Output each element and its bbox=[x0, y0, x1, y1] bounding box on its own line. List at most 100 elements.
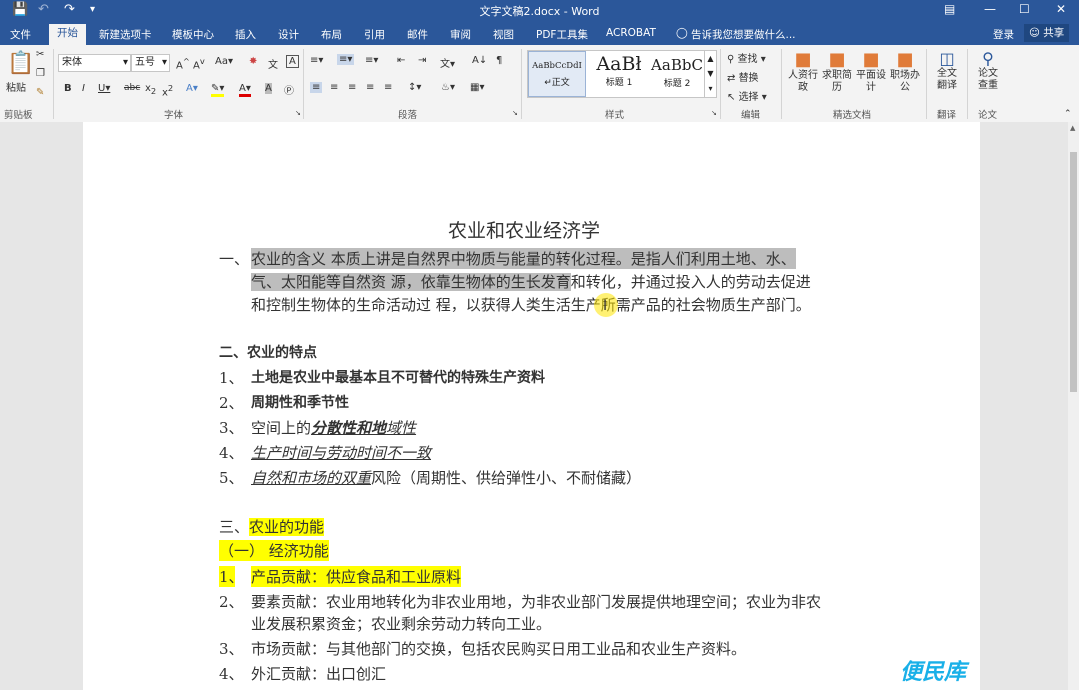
enclose-characters-icon[interactable]: Ⓟ bbox=[284, 82, 294, 97]
style-normal[interactable]: AaBbCcDdI ↵正文 bbox=[528, 51, 586, 97]
maximize-icon[interactable]: ☐ bbox=[1019, 2, 1030, 16]
italic-icon[interactable]: I bbox=[82, 83, 85, 94]
grow-font-icon[interactable]: A^ bbox=[176, 56, 190, 71]
tab-pdf-tools[interactable]: PDF工具集 bbox=[536, 27, 588, 42]
ribbon-display-options-icon[interactable]: ▤ bbox=[944, 2, 955, 16]
office-work-button[interactable]: ■ 职场办公 bbox=[890, 49, 920, 94]
character-border-icon[interactable]: A bbox=[286, 55, 299, 68]
styles-scroll[interactable]: ▲ ▼ ▾ bbox=[704, 51, 716, 97]
plagiarism-check-button[interactable]: ⚲ 论文查重 bbox=[974, 49, 1002, 92]
underline-icon[interactable]: U▾ bbox=[98, 83, 110, 94]
shrink-font-icon[interactable]: Av bbox=[193, 56, 205, 71]
plain-text: 空间上的 bbox=[251, 419, 312, 437]
select-button[interactable]: ↖ 选择 ▾ bbox=[727, 88, 767, 103]
tab-new-tab[interactable]: 新建选项卡 bbox=[99, 27, 152, 42]
replace-button[interactable]: ⇄ 替换 bbox=[727, 69, 759, 84]
list-number: 2、 bbox=[219, 394, 244, 412]
tab-design[interactable]: 设计 bbox=[278, 27, 299, 42]
font-color-icon[interactable]: A▾ bbox=[239, 83, 251, 97]
scrollbar-thumb[interactable] bbox=[1070, 152, 1077, 392]
translate-button[interactable]: ◫ 全文翻译 bbox=[933, 49, 961, 92]
chinese-layout-icon[interactable]: 文▾ bbox=[440, 55, 455, 70]
section-1-number: 一、 bbox=[219, 250, 250, 268]
tab-template-center[interactable]: 模板中心 bbox=[172, 27, 214, 42]
paste-button[interactable]: 粘贴 bbox=[6, 79, 26, 94]
align-center-icon[interactable]: ≡ bbox=[330, 82, 338, 93]
share-button[interactable]: ☺ 共享 bbox=[1024, 24, 1070, 42]
text-effects-icon[interactable]: A▾ bbox=[186, 83, 198, 94]
cut-icon[interactable]: ✂ bbox=[36, 49, 44, 60]
tab-view[interactable]: 视图 bbox=[493, 27, 514, 42]
borders-icon[interactable]: ▦▾ bbox=[470, 82, 484, 93]
increase-indent-icon[interactable]: ⇥ bbox=[418, 55, 426, 66]
bullets-icon[interactable]: ≡▾ bbox=[310, 55, 323, 66]
style-normal-label: ↵正文 bbox=[529, 75, 585, 88]
paragraph-line: 气、太阳能等自然资 源，依靠生物体的生长发育和转化，并通过投入人的劳动去促进 bbox=[251, 271, 811, 292]
hr-admin-button[interactable]: ■ 人资行政 bbox=[788, 49, 818, 94]
replace-icon: ⇄ bbox=[727, 73, 739, 84]
resume-button[interactable]: ■ 求职简历 bbox=[822, 49, 852, 94]
clear-formatting-icon[interactable]: ✸ bbox=[249, 56, 257, 67]
style-heading-2[interactable]: AaBbC 标题 2 bbox=[650, 51, 704, 97]
tab-insert[interactable]: 插入 bbox=[235, 27, 256, 42]
close-icon[interactable]: ✕ bbox=[1056, 2, 1066, 16]
collapse-ribbon-icon[interactable]: ⌃ bbox=[1064, 109, 1072, 119]
tell-me-search[interactable]: 告诉我您想要做什么... bbox=[691, 27, 796, 42]
clipboard-group-label: 剪贴板 bbox=[4, 110, 33, 121]
search-icon: ⚲ bbox=[727, 54, 738, 65]
align-right-icon[interactable]: ≡ bbox=[348, 82, 356, 93]
justify-icon[interactable]: ≡ bbox=[366, 82, 374, 93]
scroll-up-icon[interactable]: ▲ bbox=[1070, 124, 1075, 132]
unselected-text: 和转化，并通过投入人的劳动去促进 bbox=[570, 273, 811, 291]
font-name-value: 宋体 bbox=[62, 57, 82, 68]
font-dialog-launcher-icon[interactable]: ↘ bbox=[295, 109, 301, 117]
copy-icon[interactable]: ❐ bbox=[36, 68, 45, 79]
tab-file[interactable]: 文件 bbox=[10, 27, 31, 42]
change-case-icon[interactable]: Aa▾ bbox=[215, 56, 233, 67]
decrease-indent-icon[interactable]: ⇤ bbox=[397, 55, 405, 66]
font-size-select[interactable]: 五号 ▾ bbox=[131, 54, 170, 72]
list-item: 市场贡献：与其他部门的交换，包括农民购买日用工业品和农业生产资料。 bbox=[251, 640, 747, 658]
graphic-design-button[interactable]: ■ 平面设计 bbox=[856, 49, 886, 94]
login-link[interactable]: 登录 bbox=[993, 27, 1014, 42]
tab-acrobat[interactable]: ACROBAT bbox=[606, 27, 656, 39]
character-shading-icon[interactable]: A bbox=[265, 83, 272, 94]
lightbulb-icon: ◯ bbox=[676, 27, 688, 39]
styles-dialog-launcher-icon[interactable]: ↘ bbox=[711, 109, 717, 117]
show-formatting-marks-icon[interactable]: ¶ bbox=[496, 55, 502, 66]
phonetic-guide-icon[interactable]: 文 bbox=[268, 56, 278, 71]
strikethrough-icon[interactable]: abc bbox=[124, 83, 140, 93]
font-name-select[interactable]: 宋体 ▾ bbox=[58, 54, 131, 72]
list-item: 生产时间与劳动时间不一致 bbox=[251, 444, 432, 462]
tab-layout[interactable]: 布局 bbox=[321, 27, 342, 42]
sort-icon[interactable]: A↓ bbox=[472, 55, 487, 66]
office-work-icon: ■ bbox=[896, 49, 914, 70]
tab-home[interactable]: 开始 bbox=[49, 24, 86, 45]
paper-group-label: 论文 bbox=[978, 110, 998, 121]
align-left-icon[interactable]: ≡ bbox=[310, 82, 323, 93]
highlighted-text: 农业的功能 bbox=[249, 518, 325, 536]
bold-icon[interactable]: B bbox=[64, 83, 72, 94]
distributed-icon[interactable]: ≡ bbox=[384, 82, 392, 93]
minimize-icon[interactable]: — bbox=[984, 2, 996, 16]
find-button[interactable]: ⚲ 查找 ▾ bbox=[727, 50, 766, 65]
line-spacing-icon[interactable]: ↕▾ bbox=[408, 82, 421, 93]
shading-icon[interactable]: ♨▾ bbox=[441, 82, 455, 93]
tab-review[interactable]: 审阅 bbox=[450, 27, 471, 42]
section-3-number: 三、 bbox=[219, 518, 250, 536]
paragraph-dialog-launcher-icon[interactable]: ↘ bbox=[512, 109, 518, 117]
tab-references[interactable]: 引用 bbox=[364, 27, 385, 42]
divider bbox=[781, 49, 782, 119]
highlight-color-icon[interactable]: ✎▾ bbox=[211, 83, 225, 97]
format-painter-icon[interactable]: ✎ bbox=[36, 87, 44, 98]
chevron-down-icon: ▾ bbox=[122, 57, 128, 68]
subscript-icon[interactable]: x2 bbox=[145, 83, 156, 96]
superscript-icon[interactable]: x2 bbox=[162, 83, 173, 98]
vertical-scrollbar[interactable]: ▲ bbox=[1068, 122, 1079, 690]
numbering-icon[interactable]: ≡▾ bbox=[337, 54, 355, 65]
paste-icon[interactable]: 📋 bbox=[7, 51, 34, 76]
translate-icon: ◫ bbox=[939, 49, 955, 68]
multilevel-list-icon[interactable]: ≡▾ bbox=[365, 55, 378, 66]
tab-mailings[interactable]: 邮件 bbox=[407, 27, 428, 42]
style-heading-1[interactable]: AaBł 标题 1 bbox=[588, 51, 650, 97]
